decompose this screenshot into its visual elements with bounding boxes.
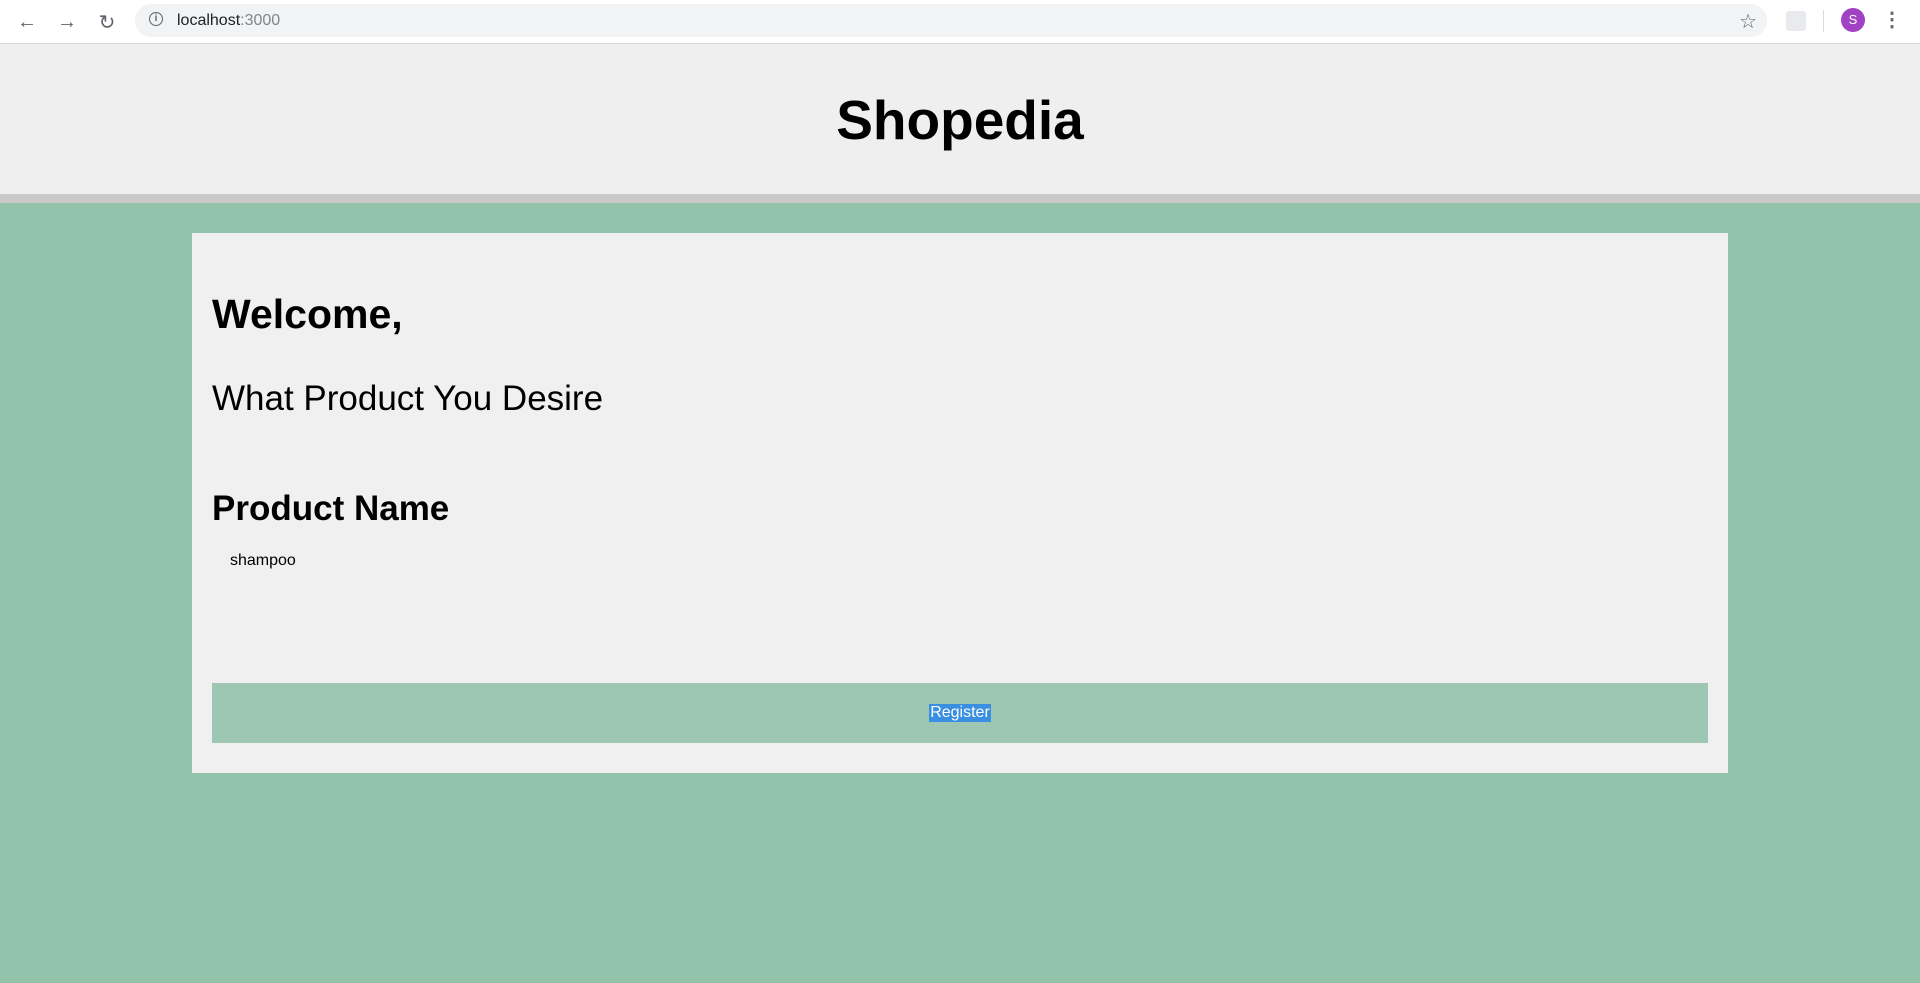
site-title: Shopedia bbox=[836, 89, 1084, 151]
site-header: Shopedia bbox=[0, 44, 1920, 203]
bookmark-star-icon[interactable]: ☆ bbox=[1739, 9, 1757, 34]
extension-icon[interactable] bbox=[1786, 11, 1806, 31]
register-button-label: Register bbox=[929, 704, 991, 722]
url-host: localhost bbox=[177, 12, 241, 29]
address-bar[interactable]: i localhost:3000 ☆ bbox=[135, 4, 1767, 37]
welcome-heading: Welcome, bbox=[212, 291, 403, 337]
toolbar-divider bbox=[1823, 10, 1824, 32]
browser-toolbar: ← → ↻ i localhost:3000 ☆ S ⋮ bbox=[0, 0, 1920, 44]
product-form-card: Welcome, What Product You Desire Product… bbox=[192, 233, 1728, 773]
profile-avatar[interactable]: S bbox=[1841, 8, 1865, 32]
info-icon[interactable]: i bbox=[149, 12, 163, 26]
forward-icon[interactable]: → bbox=[53, 8, 81, 36]
product-name-input[interactable] bbox=[212, 545, 1708, 577]
url-port: :3000 bbox=[240, 12, 281, 29]
address-url[interactable]: localhost:3000 bbox=[177, 12, 280, 30]
product-name-label: Product Name bbox=[212, 489, 450, 528]
back-icon[interactable]: ← bbox=[13, 8, 41, 36]
subtitle-heading: What Product You Desire bbox=[212, 379, 604, 418]
more-menu-icon[interactable]: ⋮ bbox=[1882, 6, 1902, 34]
reload-icon[interactable]: ↻ bbox=[93, 8, 121, 36]
register-button[interactable]: Register bbox=[212, 683, 1708, 743]
